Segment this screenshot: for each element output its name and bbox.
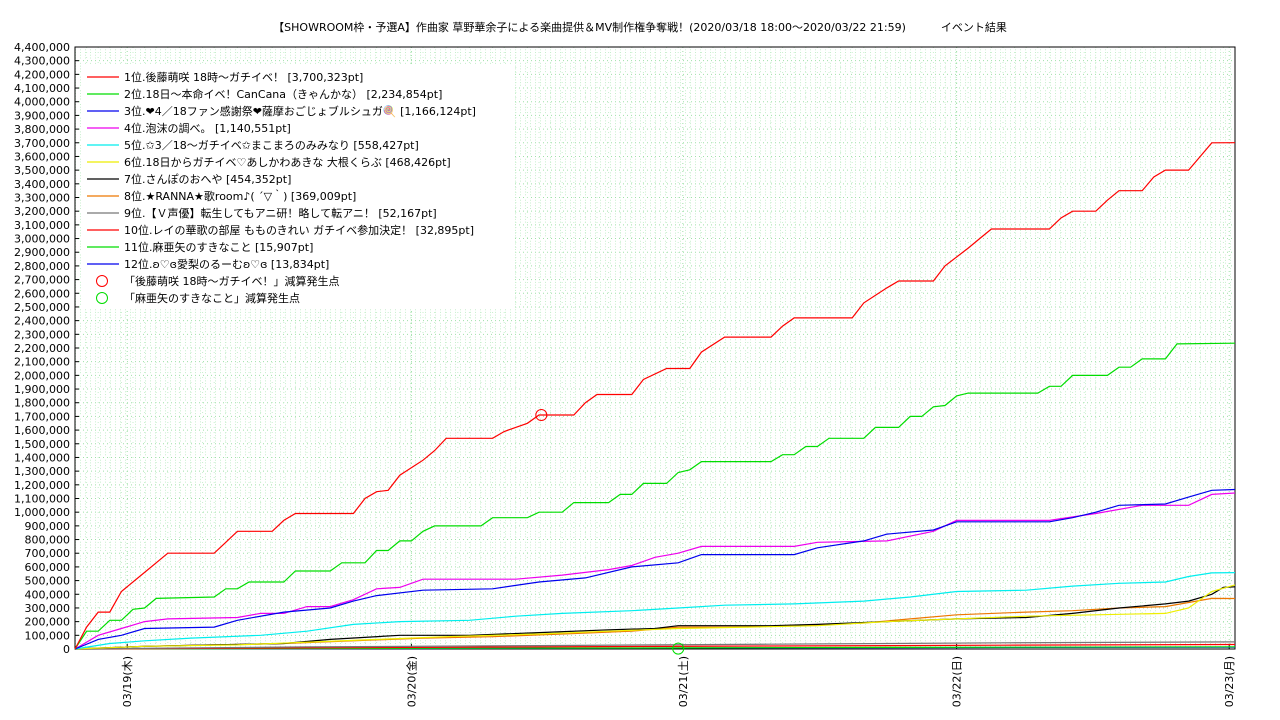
y-tick-label: 2,500,000	[14, 301, 70, 314]
legend-marker-label: 「麻亜矢のすきなこと」減算発生点	[124, 291, 300, 305]
y-tick-label: 3,000,000	[14, 233, 70, 246]
y-tick-label: 1,000,000	[14, 506, 70, 519]
y-tick-label: 3,400,000	[14, 178, 70, 191]
y-tick-label: 700,000	[25, 547, 71, 560]
legend-label: 7位.さんぽのおへや [454,352pt]	[124, 172, 291, 186]
y-tick-label: 3,300,000	[14, 192, 70, 205]
y-tick-label: 4,400,000	[14, 41, 70, 54]
x-tick-label: 03/21(土)	[677, 656, 690, 707]
legend-label: 12位.ʚ♡ɞ愛梨のるーむʚ♡ɞ [13,834pt]	[124, 257, 329, 271]
y-tick-label: 2,800,000	[14, 260, 70, 273]
y-tick-label: 1,700,000	[14, 410, 70, 423]
y-tick-label: 400,000	[25, 588, 71, 601]
series-line	[74, 492, 1236, 650]
y-tick-label: 1,600,000	[14, 424, 70, 437]
legend-marker-label: 「後藤萌咲 18時〜ガチイベ！」減算発生点	[124, 274, 340, 288]
y-tick-label: 1,400,000	[14, 451, 70, 464]
y-tick-label: 3,700,000	[14, 137, 70, 150]
y-tick-label: 100,000	[25, 629, 71, 642]
y-tick-label: 3,800,000	[14, 123, 70, 136]
y-tick-label: 800,000	[25, 534, 71, 547]
y-tick-label: 4,100,000	[14, 82, 70, 95]
legend-label: 9位.【Ｖ声優】転生してもアニ研！略して転アニ！ [52,167pt]	[124, 206, 437, 220]
y-tick-label: 3,900,000	[14, 109, 70, 122]
legend-label: 5位.✩3／18〜ガチイベ✩まこまろのみみなり [558,427pt]	[124, 138, 419, 152]
y-tick-label: 4,200,000	[14, 68, 70, 81]
y-tick-label: 1,500,000	[14, 438, 70, 451]
legend-label: 6位.18日からガチイベ♡あしかわあきな 大根くらぶ [468,426pt]	[124, 155, 451, 169]
x-tick-label: 03/19(木)	[121, 656, 134, 707]
legend: 1位.後藤萌咲 18時〜ガチイベ！ [3,700,323pt] 2位.18日〜本命…	[82, 64, 512, 308]
legend-label: 4位.泡沫の調べ。 [1,140,551pt]	[124, 121, 291, 135]
x-tick-label: 03/23(月)	[1223, 656, 1236, 707]
legend-label: 1位.後藤萌咲 18時〜ガチイベ！ [3,700,323pt]	[124, 70, 363, 84]
legend-label: 10位.レイの華歌の部屋 もものきれい ガチイベ参加決定！ [32,895pt]	[124, 223, 474, 237]
y-tick-label: 0	[63, 643, 70, 656]
y-tick-label: 3,100,000	[14, 219, 70, 232]
x-tick-label: 03/20(金)	[404, 656, 418, 707]
y-tick-label: 1,900,000	[14, 383, 70, 396]
y-tick-label: 2,400,000	[14, 315, 70, 328]
markers	[535, 409, 685, 655]
y-tick-label: 2,600,000	[14, 287, 70, 300]
x-axis: 03/19(木) 03/20(金) 03/21(土) 03/22(日) 03/23(月)	[121, 644, 1236, 707]
y-tick-label: 900,000	[25, 520, 71, 533]
y-tick-label: 1,200,000	[14, 479, 70, 492]
y-tick-label: 3,600,000	[14, 150, 70, 163]
y-tick-label: 1,300,000	[14, 465, 70, 478]
legend-label: 3位.❤4／18ファン感謝祭❤薩摩おごじょブルシュガ🍭 [1,166,124pt…	[124, 104, 476, 118]
y-tick-label: 2,700,000	[14, 274, 70, 287]
y-tick-label: 4,000,000	[14, 96, 70, 109]
y-tick-label: 2,900,000	[14, 246, 70, 259]
y-tick-label: 4,300,000	[14, 55, 70, 68]
y-tick-label: 3,500,000	[14, 164, 70, 177]
y-tick-label: 2,100,000	[14, 356, 70, 369]
y-tick-label: 1,800,000	[14, 397, 70, 410]
y-tick-label: 1,100,000	[14, 493, 70, 506]
chart-svg: 0100,000200,000300,000400,000500,000600,…	[14, 41, 1236, 707]
legend-label: 11位.麻亜矢のすきなこと [15,907pt]	[124, 240, 313, 254]
y-tick-label: 2,300,000	[14, 328, 70, 341]
y-tick-label: 200,000	[25, 616, 71, 629]
y-tick-label: 500,000	[25, 575, 71, 588]
series-line	[74, 597, 1236, 650]
y-tick-label: 300,000	[25, 602, 71, 615]
legend-label: 8位.★RANNA★歌room♪( ´▽｀) [369,009pt]	[124, 188, 356, 203]
y-tick-label: 2,200,000	[14, 342, 70, 355]
x-tick-label: 03/22(日)	[951, 656, 964, 707]
y-tick-label: 2,000,000	[14, 369, 70, 382]
legend-label: 2位.18日〜本命イベ！CanCana（きゃんかな） [2,234,854pt]	[124, 87, 442, 101]
y-axis: 0100,000200,000300,000400,000500,000600,…	[14, 41, 79, 656]
y-tick-label: 600,000	[25, 561, 71, 574]
y-tick-label: 3,200,000	[14, 205, 70, 218]
